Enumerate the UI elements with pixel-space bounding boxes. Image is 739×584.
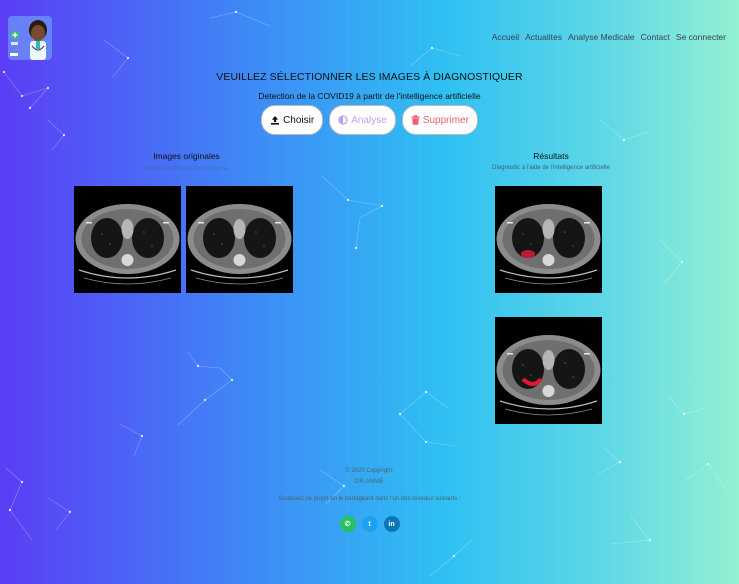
lesion-highlight [521, 250, 535, 258]
delete-button[interactable]: Supprimer [401, 105, 478, 135]
doctor-logo[interactable] [8, 16, 52, 60]
result-image-2[interactable] [495, 317, 602, 424]
footer-author: DR.ANNIE [355, 479, 384, 485]
linkedin-glyph: in [388, 520, 395, 528]
footer-share-text: Soutenez ce projet en le partageant dans… [278, 496, 461, 502]
nav-se-connecter[interactable]: Se connecter [676, 32, 726, 42]
original-image-1[interactable] [74, 186, 181, 293]
whatsapp-glyph: ✆ [344, 521, 351, 528]
page-subtitle: Detection de la COVID19 à partir de l'in… [258, 91, 481, 101]
doctor-avatar-icon [10, 20, 47, 60]
contrast-icon [338, 115, 348, 125]
results-subtitle: Diagnostic à l'aide de l'intelligence ar… [492, 165, 610, 171]
twitter-icon[interactable]: t [361, 516, 378, 532]
analyse-button-label: Analyse [351, 114, 387, 126]
upload-icon [271, 116, 280, 125]
analyse-button[interactable]: Analyse [329, 105, 396, 135]
nav-analyse-medicale[interactable]: Analyse Medicale [568, 32, 635, 42]
originals-subtitle: Images originales de l'imagerie [145, 166, 228, 172]
original-image-2[interactable] [186, 186, 293, 293]
nav-contact[interactable]: Contact [641, 32, 670, 42]
linkedin-icon[interactable]: in [383, 516, 400, 532]
choose-button[interactable]: Choisir [261, 105, 324, 135]
nav-actualites[interactable]: Actualites [525, 32, 562, 42]
top-nav: Accueil Actualites Analyse Medicale Cont… [492, 32, 726, 42]
page-title: VEUILLEZ SÉLECTIONNER LES IMAGES À DIAGN… [216, 71, 523, 83]
delete-button-label: Supprimer [422, 114, 469, 126]
results-title: Résultats [533, 151, 569, 161]
originals-title: Images originales [153, 151, 220, 161]
choose-button-label: Choisir [283, 114, 315, 126]
social-links: ✆ t in [0, 516, 739, 532]
trash-icon [411, 115, 420, 125]
action-buttons: Choisir Analyse Supprimer [0, 105, 739, 135]
whatsapp-icon[interactable]: ✆ [339, 516, 356, 532]
footer-copyright: © 2020 Copyright: [345, 468, 394, 474]
result-image-1[interactable] [495, 186, 602, 293]
nav-accueil[interactable]: Accueil [492, 32, 519, 42]
twitter-glyph: t [368, 520, 371, 528]
